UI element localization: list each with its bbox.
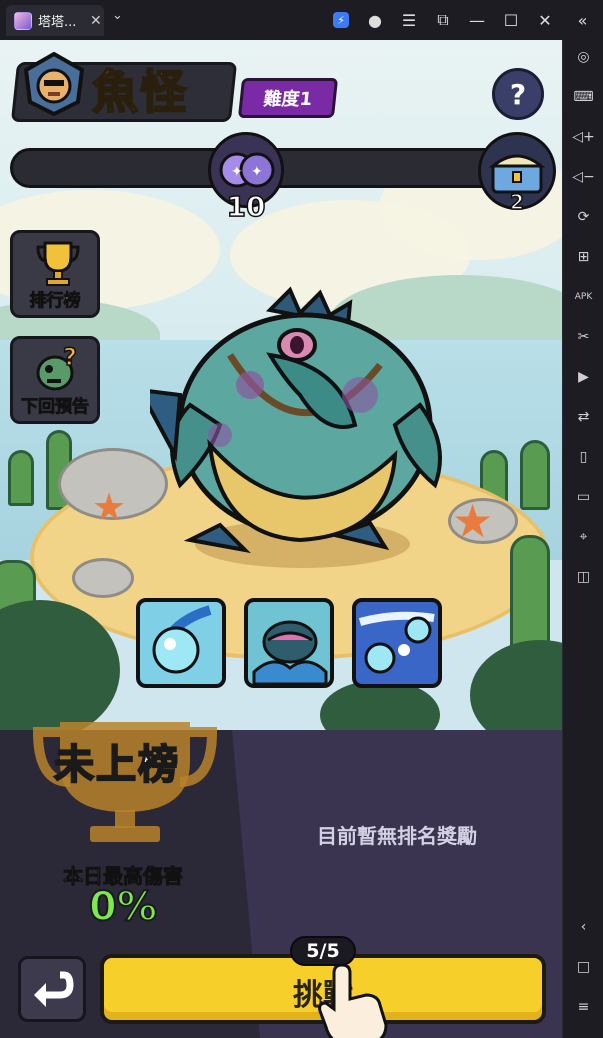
tap-hand-icon bbox=[318, 965, 388, 1038]
boss-emblem-icon bbox=[23, 52, 85, 116]
mystery-monster-icon: ? bbox=[36, 345, 78, 391]
folder-icon[interactable]: ▭ bbox=[563, 482, 603, 512]
svg-text:?: ? bbox=[63, 345, 77, 371]
return-arrow-icon bbox=[34, 971, 74, 1007]
scissors-icon[interactable]: ✂ bbox=[563, 322, 603, 352]
volume-up-icon[interactable]: ◁+ bbox=[563, 122, 603, 152]
fish-monster[interactable] bbox=[150, 285, 450, 570]
leaderboard-label: 排行榜 bbox=[29, 291, 81, 312]
water-orb-skill[interactable] bbox=[136, 598, 226, 688]
orb-icon: ✦ ✦ bbox=[219, 152, 275, 188]
record-icon[interactable]: ▶ bbox=[563, 362, 603, 392]
sync-icon[interactable]: ⇄ bbox=[563, 402, 603, 432]
keyboard-icon[interactable]: ⌨ bbox=[563, 82, 603, 112]
difficulty-badge: 難度1 bbox=[237, 78, 339, 118]
back-icon[interactable]: ‹ bbox=[563, 912, 603, 942]
chevron-down-icon[interactable]: ⌄ bbox=[112, 8, 123, 23]
screenshot-icon[interactable]: ⧉ bbox=[426, 0, 460, 40]
boost-icon[interactable]: ⚡ bbox=[324, 0, 358, 40]
starfish: ★ bbox=[452, 494, 494, 548]
window-controls: ⚡ ● ☰ ⧉ — ☐ ✕ « bbox=[324, 0, 603, 40]
seaweed bbox=[520, 440, 550, 510]
emulator-sidebar: ◎ ⌨ ◁+ ◁− ⟳ ⊞ APK ✂ ▶ ⇄ ▯ ▭ ⌖ ◫ ‹ □ ≡ bbox=[562, 40, 603, 1038]
leaderboard-button[interactable]: 排行榜 bbox=[10, 230, 100, 318]
attempts-badge: 5/5 bbox=[290, 936, 356, 966]
game-screen: ★ ★ 魚怪 難度1 ? ✦ ✦ 10 2 排行榜 ? 下回預告 未上榜 目前暫… bbox=[0, 40, 562, 1038]
seaweed bbox=[8, 450, 34, 506]
close-window-icon[interactable]: ✕ bbox=[528, 0, 562, 40]
account-icon[interactable]: ● bbox=[358, 0, 392, 40]
menu-icon[interactable]: ☰ bbox=[392, 0, 426, 40]
water-burst-skill[interactable] bbox=[352, 598, 442, 688]
help-button[interactable]: ? bbox=[492, 68, 544, 120]
maximize-icon[interactable]: ☐ bbox=[494, 0, 528, 40]
next-preview-label: 下回預告 bbox=[21, 397, 90, 418]
emulator-window: 塔塔... ✕ ⌄ ⚡ ● ☰ ⧉ — ☐ ✕ « ◎ ⌨ ◁+ ◁− ⟳ ⊞ … bbox=[0, 0, 603, 1038]
water-burst-icon bbox=[358, 611, 435, 674]
close-icon[interactable]: ✕ bbox=[90, 13, 102, 29]
app-tab[interactable]: 塔塔... ✕ bbox=[6, 5, 104, 36]
starfish: ★ bbox=[92, 485, 127, 529]
rotate-icon[interactable]: ⟳ bbox=[563, 202, 603, 232]
help-label: ? bbox=[509, 77, 527, 111]
collapse-sidebar-icon[interactable]: « bbox=[562, 0, 603, 40]
rank-status: 未上榜 bbox=[53, 741, 180, 789]
fish-summon-skill[interactable] bbox=[244, 598, 334, 688]
trophy-icon bbox=[36, 241, 80, 286]
water-orb-icon bbox=[152, 605, 212, 674]
volume-down-icon[interactable]: ◁− bbox=[563, 162, 603, 192]
rock bbox=[72, 558, 134, 598]
multi-instance-icon[interactable]: ⊞ bbox=[563, 242, 603, 272]
location-icon[interactable]: ⌖ bbox=[563, 522, 603, 552]
difficulty-label: 難度1 bbox=[262, 89, 314, 110]
treasure-chest-icon bbox=[489, 154, 545, 194]
next-preview-button[interactable]: ? 下回預告 bbox=[10, 336, 100, 424]
home-icon[interactable]: □ bbox=[563, 952, 603, 982]
svg-text:✦: ✦ bbox=[231, 164, 243, 180]
apk-icon[interactable]: APK bbox=[563, 282, 603, 312]
title-bar: 塔塔... ✕ ⌄ ⚡ ● ☰ ⧉ — ☐ ✕ « bbox=[0, 0, 603, 40]
boss-name: 魚怪 bbox=[91, 64, 188, 120]
layers-icon[interactable]: ◫ bbox=[563, 562, 603, 592]
recent-apps-icon[interactable]: ≡ bbox=[563, 992, 603, 1022]
tab-title: 塔塔... bbox=[38, 15, 77, 30]
attempts-count: 5/5 bbox=[306, 940, 340, 962]
no-reward-text: 目前暫無排名獎勵 bbox=[317, 824, 477, 848]
location-settings-icon[interactable]: ◎ bbox=[563, 42, 603, 72]
orb-count: 10 bbox=[226, 189, 266, 224]
damage-value: 0% bbox=[88, 883, 158, 931]
back-button[interactable] bbox=[18, 956, 86, 1022]
minimize-icon[interactable]: — bbox=[460, 0, 494, 40]
shake-icon[interactable]: ▯ bbox=[563, 442, 603, 472]
fish-summon-icon bbox=[252, 620, 328, 684]
app-icon bbox=[14, 11, 32, 30]
reward-count: 2 bbox=[509, 189, 524, 215]
seaweed bbox=[510, 535, 550, 655]
svg-text:✦: ✦ bbox=[251, 164, 263, 180]
